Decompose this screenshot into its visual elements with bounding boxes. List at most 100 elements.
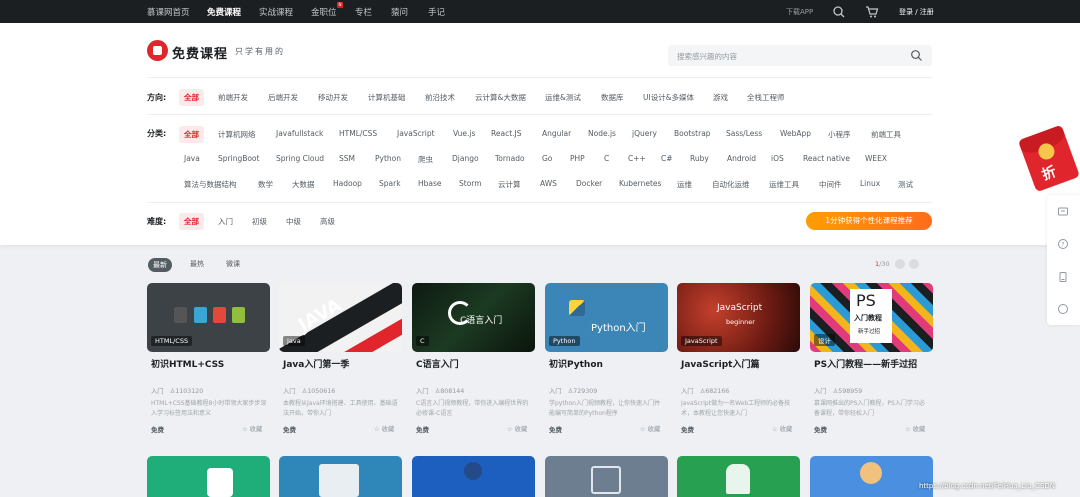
course-card[interactable]: JavaScript beginner JavaScript JavaScrip…	[677, 283, 800, 435]
category-item[interactable]: 小程序	[828, 129, 851, 140]
category-item[interactable]: Linux	[860, 179, 880, 188]
favorite-button[interactable]: ☆ 收藏	[507, 424, 527, 433]
direction-ui-media[interactable]: UI设计&多媒体	[643, 92, 694, 103]
app-icon[interactable]	[1057, 303, 1069, 315]
course-card[interactable]: JAVA Java Java入门第一季 入门 ♙1050616 本教程从Java…	[279, 283, 402, 435]
sort-micro[interactable]: 微课	[226, 259, 240, 269]
category-item[interactable]: WebApp	[780, 129, 811, 138]
category-item[interactable]: Spark	[379, 179, 401, 188]
category-item[interactable]: Spring Cloud	[276, 154, 324, 163]
category-item[interactable]: Node.js	[588, 129, 616, 138]
download-app-link[interactable]: 下载APP	[786, 7, 813, 17]
category-item[interactable]: HTML/CSS	[339, 129, 377, 138]
category-item[interactable]: SpringBoot	[218, 154, 259, 163]
direction-fullstack[interactable]: 全栈工程师	[747, 92, 785, 103]
direction-cloud-bigdata[interactable]: 云计算&大数据	[475, 92, 526, 103]
category-item[interactable]: Vue.js	[453, 129, 475, 138]
category-item[interactable]: AWS	[540, 179, 557, 188]
search-icon[interactable]	[910, 49, 923, 62]
category-item[interactable]: C#	[661, 154, 673, 163]
favorite-button[interactable]: ☆ 收藏	[374, 424, 394, 433]
category-item[interactable]: 运维工具	[769, 179, 799, 190]
course-thumbnail[interactable]: Python入门 Python	[545, 283, 668, 352]
category-item[interactable]: SSM	[339, 154, 355, 163]
course-thumbnail[interactable]: PS 入门教程 新手过招 设计	[810, 283, 933, 352]
category-item[interactable]: Django	[452, 154, 479, 163]
category-item[interactable]: Python	[375, 154, 401, 163]
course-thumbnail[interactable]: C语言入门 C	[412, 283, 535, 352]
search-input[interactable]: 搜索感兴趣的内容	[677, 51, 737, 62]
difficulty-beginner[interactable]: 初级	[252, 216, 267, 227]
category-item[interactable]: 测试	[898, 179, 913, 190]
favorite-button[interactable]: ☆ 收藏	[772, 424, 792, 433]
direction-cs-basics[interactable]: 计算机基础	[368, 92, 406, 103]
course-card[interactable]: HTML/CSS 初识HTML+CSS 入门 ♙1103120 HTML+CSS…	[147, 283, 270, 435]
category-item[interactable]: 爬虫	[418, 154, 433, 165]
direction-frontend[interactable]: 前端开发	[218, 92, 248, 103]
course-title[interactable]: JavaScript入门篇	[681, 357, 759, 370]
category-item[interactable]: 大数据	[292, 179, 315, 190]
course-title[interactable]: 初识Python	[549, 357, 603, 370]
category-item[interactable]: Angular	[542, 129, 571, 138]
category-item[interactable]: Hadoop	[333, 179, 362, 188]
feedback-icon[interactable]	[1057, 206, 1069, 218]
sort-hottest[interactable]: 最热	[190, 259, 204, 269]
favorite-button[interactable]: ☆ 收藏	[242, 424, 262, 433]
category-item[interactable]: React native	[803, 154, 850, 163]
category-item[interactable]: 中间件	[819, 179, 842, 190]
cart-icon[interactable]	[865, 5, 879, 19]
notes-icon[interactable]	[1057, 271, 1069, 283]
category-item[interactable]: Storm	[459, 179, 482, 188]
category-item[interactable]: React.JS	[491, 129, 522, 138]
category-item[interactable]: PHP	[570, 154, 585, 163]
nav-free-courses[interactable]: 免费课程	[207, 6, 241, 18]
recommend-button[interactable]: 1分钟获得个性化课程推荐	[806, 212, 932, 230]
course-card[interactable]: C语言入门 C C语言入门 入门 ♙808144 C语言入门视频教程，带你进入编…	[412, 283, 535, 435]
course-title[interactable]: PS入门教程——新手过招	[814, 357, 917, 370]
category-item[interactable]: iOS	[771, 154, 784, 163]
prev-page-button[interactable]	[895, 259, 905, 269]
favorite-button[interactable]: ☆ 收藏	[905, 424, 925, 433]
category-all[interactable]: 全部	[179, 126, 204, 143]
category-item[interactable]: JavaScript	[397, 129, 435, 138]
course-card[interactable]: Python入门 Python 初识Python 入门 ♙729309 学pyt…	[545, 283, 668, 435]
course-thumbnail[interactable]	[545, 456, 668, 497]
course-thumbnail[interactable]	[810, 456, 933, 497]
direction-all[interactable]: 全部	[179, 89, 204, 106]
category-item[interactable]: jQuery	[632, 129, 657, 138]
category-item[interactable]: 数学	[258, 179, 273, 190]
direction-backend[interactable]: 后端开发	[268, 92, 298, 103]
category-item[interactable]: 计算机网络	[218, 129, 256, 140]
sort-newest[interactable]: 最新	[148, 258, 172, 272]
category-item[interactable]: 自动化运维	[712, 179, 750, 190]
direction-ops-test[interactable]: 运维&测试	[545, 92, 581, 103]
favorite-button[interactable]: ☆ 收藏	[640, 424, 660, 433]
course-thumbnail[interactable]	[412, 456, 535, 497]
category-item[interactable]: 前端工具	[871, 129, 901, 140]
category-item[interactable]: 运维	[677, 179, 692, 190]
category-item[interactable]: Bootstrap	[674, 129, 711, 138]
category-item[interactable]: Ruby	[690, 154, 709, 163]
search-icon[interactable]	[832, 5, 846, 19]
search-box[interactable]: 搜索感兴趣的内容	[668, 45, 932, 66]
course-thumbnail[interactable]	[279, 456, 402, 497]
difficulty-all[interactable]: 全部	[179, 213, 204, 230]
category-item[interactable]: Javafullstack	[276, 129, 323, 138]
category-item[interactable]: Docker	[576, 179, 602, 188]
category-item[interactable]: C	[604, 154, 609, 163]
nav-column[interactable]: 专栏	[355, 6, 372, 18]
nav-jobs[interactable]: 金职位	[311, 6, 337, 18]
course-title[interactable]: 初识HTML+CSS	[151, 357, 224, 370]
nav-questions[interactable]: 猿问	[391, 6, 408, 18]
nav-practical-courses[interactable]: 实战课程	[259, 6, 293, 18]
direction-frontier[interactable]: 前沿技术	[425, 92, 455, 103]
difficulty-intermediate[interactable]: 中级	[286, 216, 301, 227]
login-register-link[interactable]: 登录 / 注册	[899, 7, 934, 17]
category-item[interactable]: 云计算	[498, 179, 521, 190]
nav-home[interactable]: 慕课网首页	[147, 6, 190, 18]
course-thumbnail[interactable]	[147, 456, 270, 497]
course-thumbnail[interactable]	[677, 456, 800, 497]
category-item[interactable]: C++	[628, 154, 646, 163]
next-page-button[interactable]	[909, 259, 919, 269]
course-thumbnail[interactable]: JAVA Java	[279, 283, 402, 352]
